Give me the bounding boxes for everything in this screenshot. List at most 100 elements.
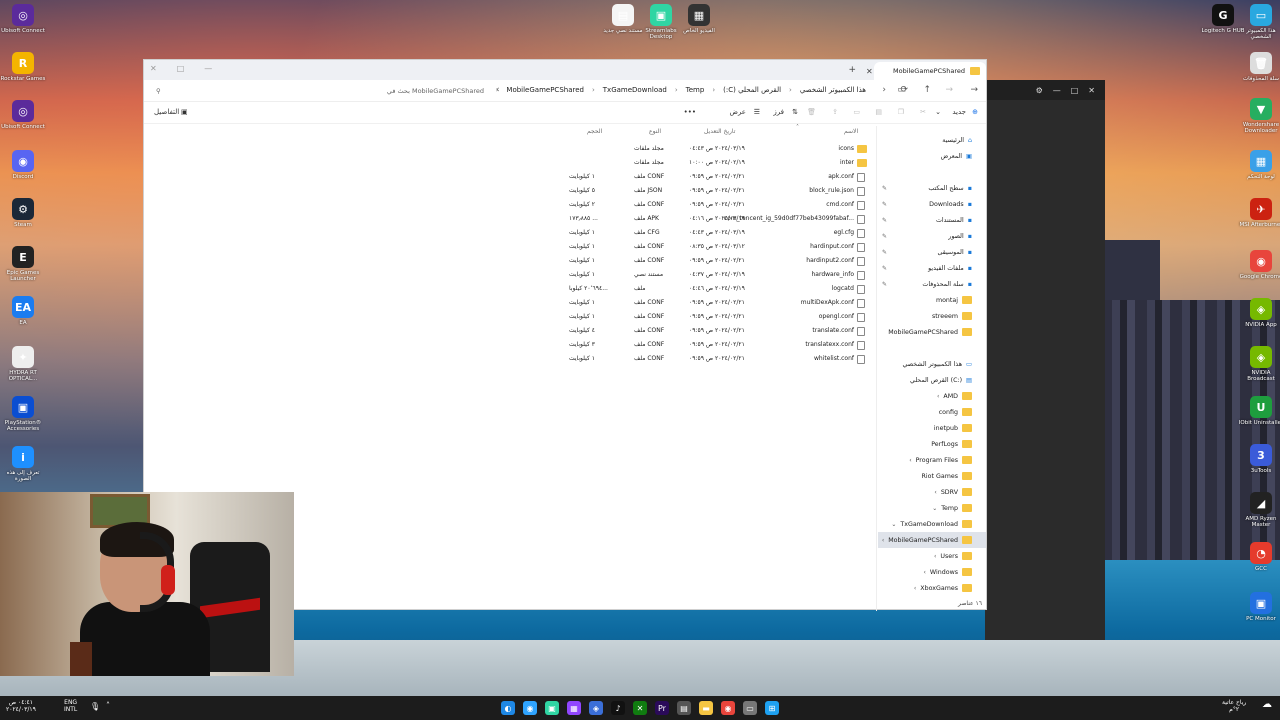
file-row[interactable]: inter ٢٠٢٤/٠٢/١٩ ص ١٠:٠٠ مجلد ملفات xyxy=(144,156,874,170)
sidebar-item[interactable]: ‹ Windows xyxy=(878,564,986,580)
chevron-left-icon[interactable]: ‹ xyxy=(592,86,595,94)
desktop-icon[interactable]: ◎ Ubisoft Connect xyxy=(0,100,46,130)
chevron-right-icon[interactable]: › xyxy=(882,85,886,95)
premiere-app-icon[interactable]: Pr xyxy=(655,701,669,715)
chevron-icon[interactable]: ‹ xyxy=(914,585,916,592)
close-window-icon[interactable]: ✕ xyxy=(150,64,157,73)
desktop-icon[interactable]: ▣ PlayStation® Accessories xyxy=(0,396,46,432)
close-tab-icon[interactable]: ✕ xyxy=(866,67,873,76)
clock[interactable]: ٠٤:٤١ ص ٢٠٢٤/٠٣/١٩ xyxy=(6,699,36,713)
desktop-icon[interactable]: ◈ NVIDIA App xyxy=(1238,298,1280,328)
column-type[interactable]: النوع xyxy=(649,128,661,135)
file-row[interactable]: opengl.conf ٢٠٢٤/٠٢/٢١ ص ٠٩:٥٩ ملف CONF ١ ك… xyxy=(144,310,874,324)
new-button[interactable]: جديد xyxy=(952,108,966,116)
chevron-icon[interactable]: ‹ xyxy=(934,489,936,496)
store-app-icon[interactable]: ▤ xyxy=(677,701,691,715)
minimize-window-icon[interactable]: — xyxy=(204,64,212,73)
browser-app-icon[interactable]: ◉ xyxy=(523,701,537,715)
sidebar-item[interactable]: Riot Games xyxy=(878,468,986,484)
start-app-icon[interactable]: ⊞ xyxy=(765,701,779,715)
window-app-icon[interactable]: ▭ xyxy=(743,701,757,715)
file-row[interactable]: block_rule.json ٢٠٢٤/٠٢/٢١ ص ٠٩:٥٩ ملف JSO… xyxy=(144,184,874,198)
file-row[interactable]: egl.cfg ٢٠٢٤/٠٣/١٩ ص ٠٤:٤٣ ملف CFG ١ كيلوبا… xyxy=(144,226,874,240)
breadcrumb-item[interactable]: هذا الكمبيوتر الشخصي xyxy=(800,86,866,94)
file-row[interactable]: hardinput2.conf ٢٠٢٤/٠٢/٢١ ص ٠٩:٥٩ ملف CON… xyxy=(144,254,874,268)
share-icon[interactable]: ⇪ xyxy=(832,108,838,116)
chevron-left-icon[interactable]: ‹ xyxy=(675,86,678,94)
sidebar-item[interactable]: ‹ Users xyxy=(878,548,986,564)
new-tab-button[interactable]: + xyxy=(848,65,856,75)
view-button[interactable]: عرض xyxy=(729,108,746,116)
file-row[interactable]: logcatd ٢٠٢٤/٠٣/١٩ ص ٠٤:٤٦ ملف ٢٠٬٦٩٤ كيلوب… xyxy=(144,282,874,296)
settings-icon[interactable]: ⚙ xyxy=(1036,86,1043,95)
desktop-icon[interactable]: ✦ HYDRA RT OPTICAL... xyxy=(0,346,46,382)
sidebar-item[interactable]: الرئيسية ⌂ xyxy=(878,132,986,148)
maximize-icon[interactable]: □ xyxy=(1071,86,1079,95)
language-indicator[interactable]: ENG INTL xyxy=(64,699,77,713)
desktop-icon[interactable]: ◉ Discord xyxy=(0,150,46,180)
chat-app-icon[interactable]: ◈ xyxy=(589,701,603,715)
sidebar-item[interactable]: هذا الكمبيوتر الشخصي ▭ xyxy=(878,356,986,372)
breadcrumb-item[interactable]: TxGameDownload xyxy=(603,86,667,94)
column-size[interactable]: الحجم xyxy=(587,128,602,135)
column-date[interactable]: تاريخ التعديل xyxy=(704,128,735,135)
tiktok-app-icon[interactable]: ♪ xyxy=(611,701,625,715)
twitch-app-icon[interactable]: ▦ xyxy=(567,701,581,715)
sidebar-item[interactable]: المعرض ▣ xyxy=(878,148,986,164)
breadcrumb-item[interactable]: MobileGamePCShared xyxy=(506,86,584,94)
desktop-icon[interactable]: EA EA xyxy=(0,296,46,326)
desktop-icon[interactable]: ▦ لوحة التحكم xyxy=(1238,150,1280,180)
breadcrumb-item[interactable]: Temp xyxy=(686,86,705,94)
desktop-icon[interactable]: 🗑 سلة المحذوفات xyxy=(1238,52,1280,82)
sidebar-item[interactable]: ‹ Program Files xyxy=(878,452,986,468)
desktop-icon[interactable]: ▣ PC Monitor xyxy=(1238,592,1280,622)
explorer-app-icon[interactable]: ▬ xyxy=(699,701,713,715)
paste-icon[interactable]: ▤ xyxy=(875,108,882,116)
sidebar-item[interactable]: ✎ سطح المكتب ▪ xyxy=(878,180,986,196)
desktop-icon[interactable]: ◢ AMD Ryzen Master xyxy=(1238,492,1280,528)
desktop-icon[interactable]: ▦ الفيديو الخاص xyxy=(676,4,722,34)
background-window[interactable]: ⚙ — □ ✕ xyxy=(985,80,1105,640)
chevron-icon[interactable]: ‹ xyxy=(882,537,884,544)
weather-widget[interactable]: رياح عاتية ٢°م xyxy=(1222,699,1246,713)
tab-mobilegamepcshared[interactable]: ✕ MobileGamePCShared xyxy=(866,62,986,80)
sidebar-item[interactable]: ‹ XboxGames xyxy=(878,580,986,596)
chevron-down-icon[interactable]: ⌄ xyxy=(935,108,941,116)
file-row[interactable]: multiDexApk.conf ٢٠٢٤/٠٢/٢١ ص ٠٩:٥٩ ملف CO… xyxy=(144,296,874,310)
rename-icon[interactable]: ▭ xyxy=(853,108,860,116)
chevron-left-icon[interactable]: ‹ xyxy=(789,86,792,94)
file-row[interactable]: translate.conf ٢٠٢٤/٠٢/٢١ ص ٠٩:٥٩ ملف CONF… xyxy=(144,324,874,338)
file-row[interactable]: cmd.conf ٢٠٢٤/٠٢/٢١ ص ٠٩:٥٩ ملف CONF ٢ كيلو… xyxy=(144,198,874,212)
desktop-icon[interactable]: i تعرف إلى هذه الصورة xyxy=(0,446,46,482)
desktop-icon[interactable]: ◎ Ubisoft Connect xyxy=(0,4,46,34)
details-button[interactable]: التفاصيل xyxy=(154,108,179,116)
desktop-icon[interactable]: E Epic Games Launcher xyxy=(0,246,46,282)
chevron-left-icon[interactable]: ‹ xyxy=(496,85,500,95)
file-row[interactable]: whitelist.conf ٢٠٢٤/٠٢/٢١ ص ٠٩:٥٩ ملف CONF… xyxy=(144,352,874,366)
microphone-icon[interactable]: 🎙 xyxy=(90,703,100,711)
desktop-icon[interactable]: U IObit Uninstaller xyxy=(1238,396,1280,426)
file-row[interactable]: com_tencent_ig_59d0df77beb43099fabaf... ٢… xyxy=(144,212,874,226)
file-row[interactable]: hardinput.conf ٢٠٢٤/٠٣/١٢ ص ٠٨:٣٥ ملف CONF… xyxy=(144,240,874,254)
chrome-app-icon[interactable]: ◉ xyxy=(721,701,735,715)
breadcrumb-item[interactable]: القرص المحلي (C:) xyxy=(723,86,781,94)
search-input[interactable]: ⚲ بحث في MobileGamePCShared xyxy=(150,83,490,99)
streamlabs-app-icon[interactable]: ▣ xyxy=(545,701,559,715)
sidebar-item[interactable]: ‹ SDRV xyxy=(878,484,986,500)
sidebar-item[interactable]: MobileGamePCShared xyxy=(878,324,986,340)
sidebar-item[interactable]: القرص المحلي (C:) ▤ xyxy=(878,372,986,388)
desktop-icon[interactable]: ◉ Google Chrome xyxy=(1238,250,1280,280)
chevron-icon[interactable]: ‹ xyxy=(934,553,936,560)
xbox-app-icon[interactable]: ✕ xyxy=(633,701,647,715)
chevron-icon[interactable]: ⌄ xyxy=(932,505,937,512)
sidebar-item[interactable]: ✎ سلة المحذوفات ▪ xyxy=(878,276,986,292)
maximize-window-icon[interactable]: □ xyxy=(177,64,185,73)
sidebar-item[interactable]: ⌄ Temp xyxy=(878,500,986,516)
desktop-icon[interactable]: ▼ Wondershare Downloader xyxy=(1238,98,1280,134)
sidebar-item[interactable]: config xyxy=(878,404,986,420)
forward-icon[interactable]: → xyxy=(945,85,953,95)
file-row[interactable]: hardware_info ٢٠٢٤/٠٣/١٩ ص ٠٤:٣٧ مستند نصي… xyxy=(144,268,874,282)
desktop-icon[interactable]: ⚙ Steam xyxy=(0,198,46,228)
sort-button[interactable]: فرز xyxy=(773,108,784,116)
cut-icon[interactable]: ✂ xyxy=(920,108,926,116)
